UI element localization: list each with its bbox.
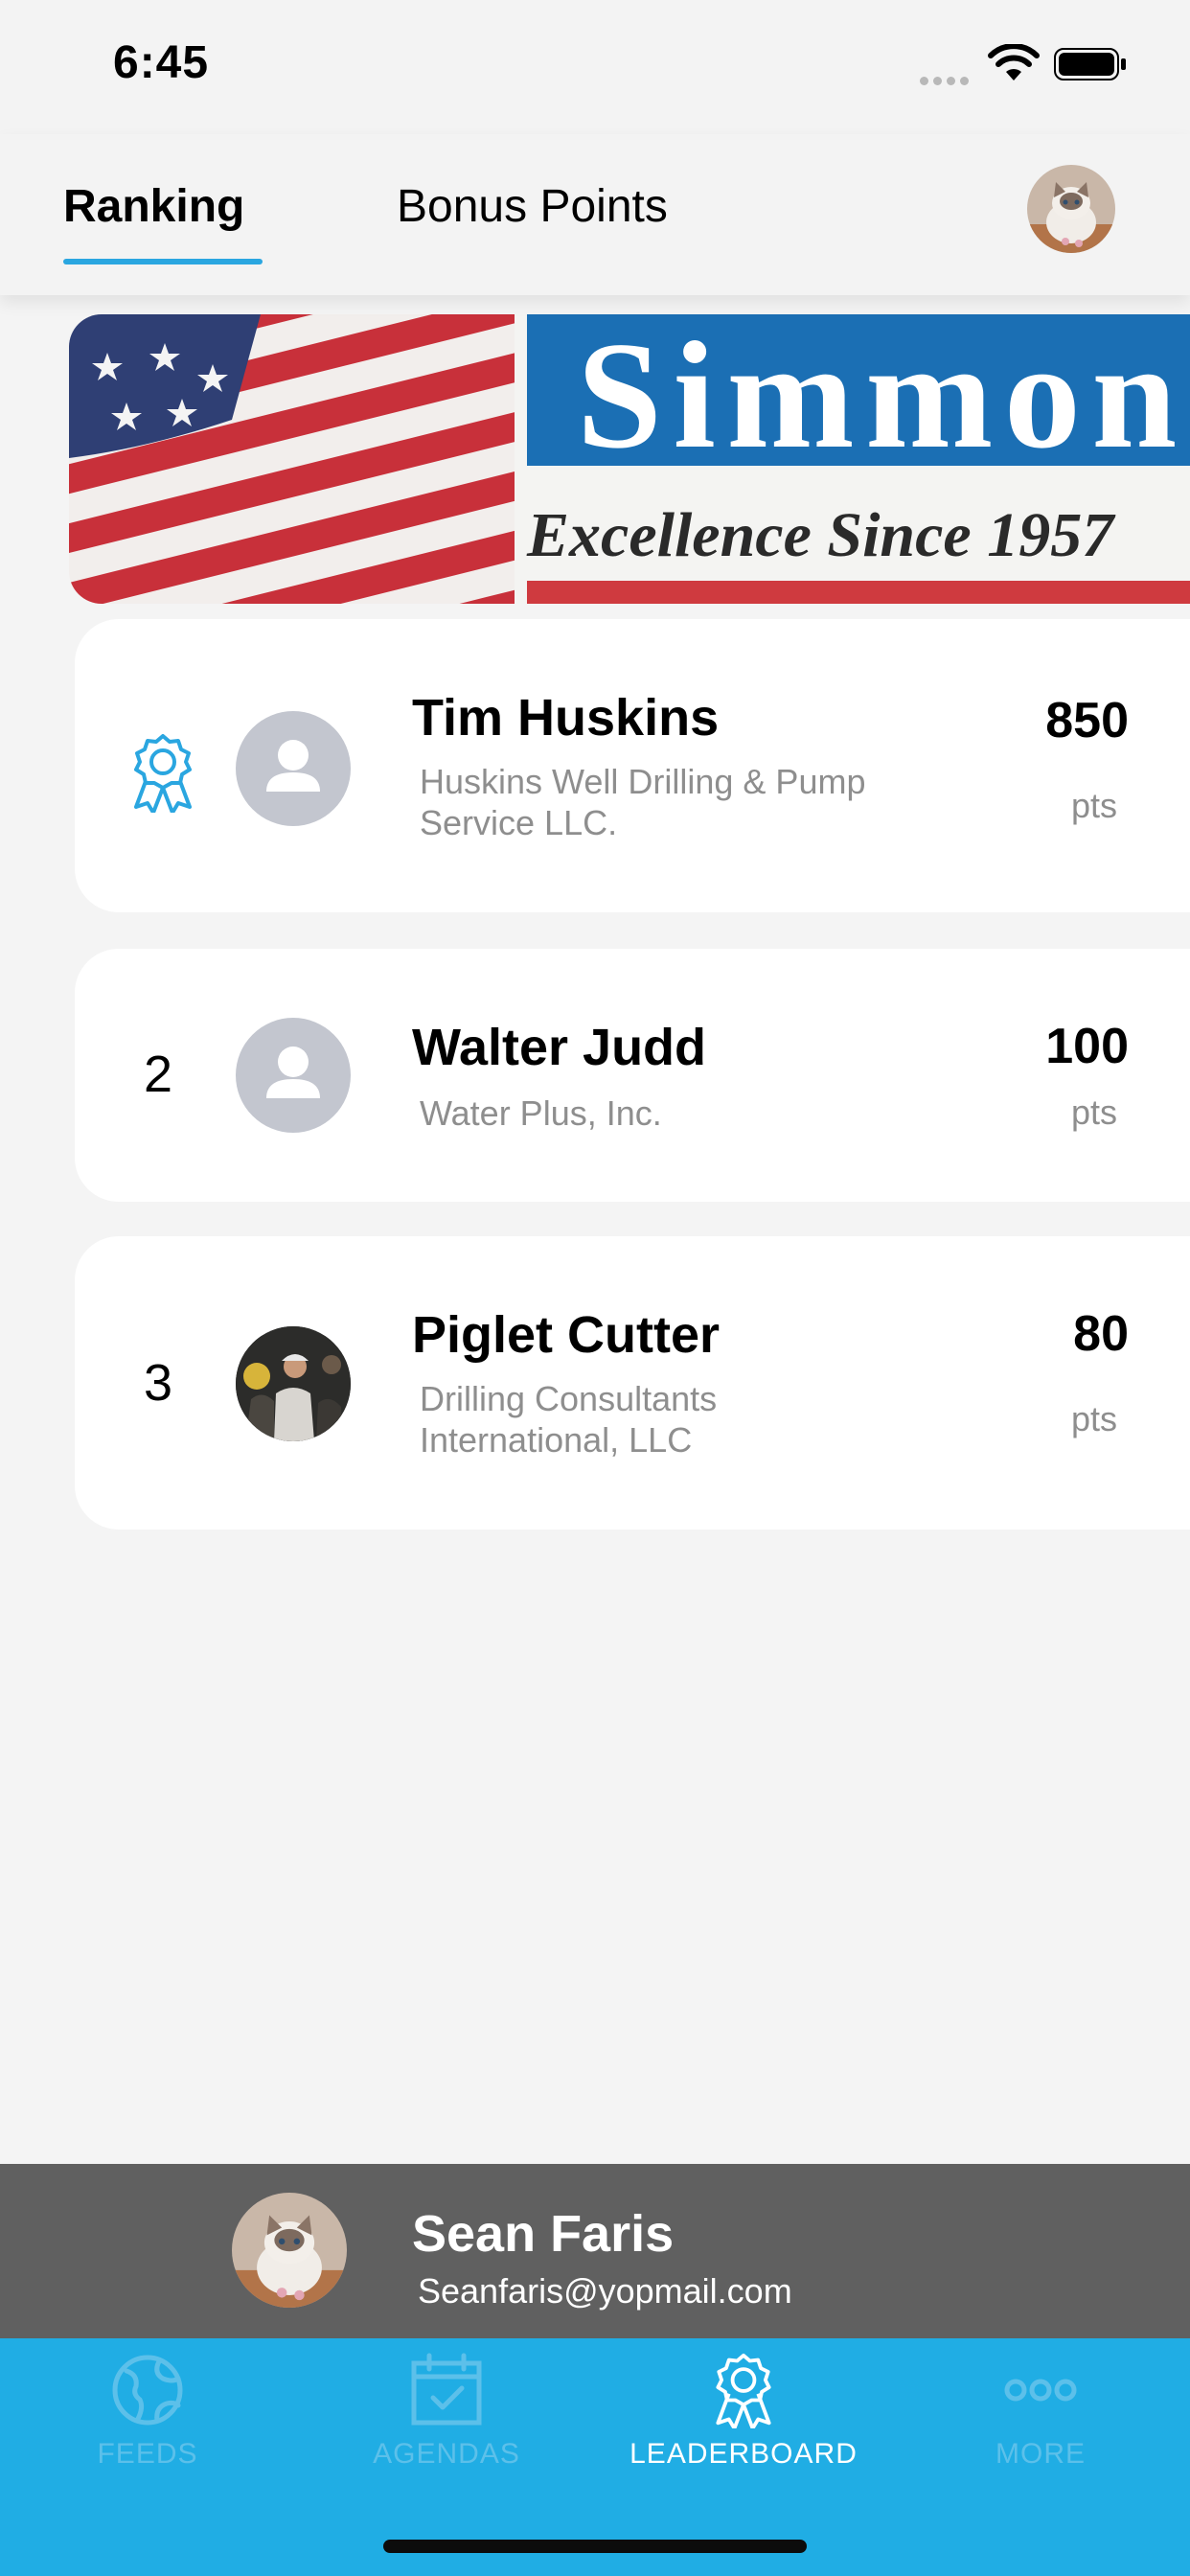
battery-icon xyxy=(1054,48,1126,80)
points-unit: pts xyxy=(1070,786,1117,825)
user-name: Walter Judd xyxy=(412,1019,707,1076)
company-line: Huskins Well Drilling & Pump xyxy=(420,762,866,801)
leaderboard-row[interactable]: 3 Piglet Cutter Drilling Consultants Int… xyxy=(75,1236,1190,1530)
home-indicator xyxy=(383,2540,807,2553)
company-name: Water Plus, Inc. xyxy=(420,1092,956,1134)
nav-label: FEEDS xyxy=(97,2438,198,2470)
sponsor-banner[interactable]: Simmons Excellence Since 1957 xyxy=(69,314,1190,604)
sponsor-banner-image: Simmons Excellence Since 1957 xyxy=(69,314,1190,604)
tab-ranking[interactable]: Ranking xyxy=(63,180,244,233)
avatar xyxy=(236,1018,351,1133)
points-unit: pts xyxy=(1070,1092,1117,1132)
points-value: 100 xyxy=(1045,1019,1129,1074)
nav-leaderboard[interactable]: LEADERBOARD xyxy=(629,2352,858,2505)
active-tab-indicator xyxy=(63,259,263,264)
nav-feeds[interactable]: FEEDS xyxy=(33,2352,263,2505)
banner-tagline: Excellence Since 1957 xyxy=(526,500,1116,570)
company-line: International, LLC xyxy=(420,1420,693,1460)
tab-bonus-points[interactable]: Bonus Points xyxy=(397,180,668,233)
company-line: Service LLC. xyxy=(420,803,618,842)
nav-label: LEADERBOARD xyxy=(629,2438,858,2470)
user-name: Tim Huskins xyxy=(412,689,720,747)
nav-more[interactable]: MORE xyxy=(926,2352,1156,2505)
cellular-signal-icon xyxy=(920,73,973,90)
first-place-award-icon xyxy=(134,734,192,813)
company-name: Huskins Well Drilling & Pump Service LLC… xyxy=(420,761,956,843)
cat-avatar-image xyxy=(232,2193,347,2308)
calendar-check-icon xyxy=(411,2353,482,2426)
user-name: Piglet Cutter xyxy=(412,1306,721,1364)
rank-number: 2 xyxy=(144,1046,173,1103)
current-user-name: Sean Faris xyxy=(412,2205,675,2263)
globe-icon xyxy=(112,2355,183,2426)
wifi-icon xyxy=(988,44,1040,80)
award-icon xyxy=(716,2353,771,2428)
nav-label: MORE xyxy=(995,2438,1086,2470)
profile-avatar-button[interactable] xyxy=(1027,165,1115,253)
company-line: Drilling Consultants xyxy=(420,1379,718,1418)
company-line: Water Plus, Inc. xyxy=(420,1093,662,1133)
leaderboard-row[interactable]: 2 Walter Judd Water Plus, Inc. 100 pts xyxy=(75,949,1190,1202)
rank-number: 3 xyxy=(144,1354,173,1412)
status-time: 6:45 xyxy=(113,37,210,88)
default-user-icon xyxy=(266,740,320,792)
company-name: Drilling Consultants International, LLC xyxy=(420,1378,956,1460)
points-value: 850 xyxy=(1045,693,1129,748)
leaderboard-row[interactable]: Tim Huskins Huskins Well Drilling & Pump… xyxy=(75,619,1190,912)
nav-agendas[interactable]: AGENDAS xyxy=(332,2352,561,2505)
status-bar: 6:45 xyxy=(0,0,1190,134)
current-user-avatar xyxy=(232,2193,347,2308)
points-unit: pts xyxy=(1070,1399,1117,1438)
cat-avatar-image xyxy=(1027,165,1115,253)
user-photo xyxy=(236,1326,351,1441)
header: Ranking Bonus Points xyxy=(0,134,1190,295)
current-user-email: Seanfaris@yopmail.com xyxy=(418,2271,792,2311)
avatar xyxy=(236,711,351,826)
points-value: 80 xyxy=(1073,1306,1129,1362)
default-user-icon xyxy=(266,1046,320,1098)
avatar xyxy=(236,1326,351,1441)
nav-label: AGENDAS xyxy=(373,2438,520,2470)
more-dots-icon xyxy=(1004,2379,1077,2402)
current-user-bar[interactable]: Sean Faris Seanfaris@yopmail.com xyxy=(0,2164,1190,2338)
